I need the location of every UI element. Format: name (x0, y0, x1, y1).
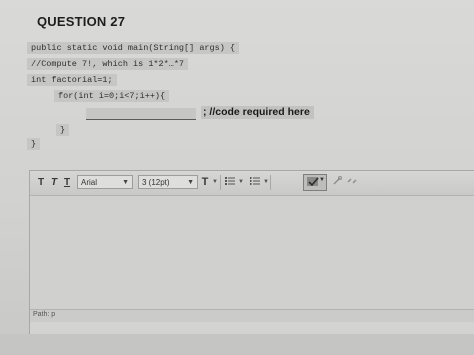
unlink-glyph (347, 178, 357, 184)
answer-text-area[interactable] (30, 196, 474, 309)
page: QUESTION 27 public static void main(Stri… (0, 0, 474, 355)
code-line-for: for(int i=0;i<7;i++){ (54, 90, 170, 102)
code-line-close-main: } (27, 138, 41, 150)
editor-toolbar: T T T Arial ▼ 3 (12pt) ▼ T ▼ ▼ ▼ ▼ (30, 171, 474, 196)
bold-button[interactable]: T (36, 176, 46, 189)
editor-path: Path: p (33, 311, 56, 318)
font-size-select[interactable]: 3 (12pt) ▼ (138, 175, 198, 189)
underline-button[interactable]: T (62, 176, 72, 189)
numbered-list-icon[interactable] (249, 176, 261, 188)
numbered-list-glyph (250, 177, 260, 185)
unlink-icon[interactable] (346, 176, 358, 188)
bullet-list-glyph (225, 177, 235, 185)
text-color-dropdown-icon[interactable]: ▼ (212, 176, 218, 188)
link-icon[interactable] (331, 176, 343, 188)
code-line-main: public static void main(String[] args) { (27, 42, 240, 54)
font-family-select[interactable]: Arial ▼ (77, 175, 133, 189)
code-required-comment: ; //code required here (201, 106, 314, 119)
text-color-button[interactable]: T (200, 176, 210, 189)
code-line-close-for: } (56, 124, 70, 136)
font-family-value: Arial (81, 178, 98, 187)
code-line-comment: //Compute 7!, which is 1*2*…*7 (27, 58, 189, 70)
question-title: QUESTION 27 (37, 14, 126, 29)
toolbar-separator (270, 175, 271, 190)
bullet-list-icon[interactable] (224, 176, 236, 188)
spellcheck-button[interactable]: ▼ (303, 174, 327, 191)
editor-status-bar: Path: p (30, 309, 474, 322)
bullet-list-dropdown-icon[interactable]: ▼ (238, 176, 244, 188)
answer-blank (86, 108, 196, 120)
spellcheck-dropdown-icon[interactable]: ▼ (319, 177, 325, 183)
bottom-strip (0, 334, 474, 355)
code-line-factorial: int factorial=1; (27, 74, 117, 86)
font-size-value: 3 (12pt) (142, 178, 170, 187)
answer-editor: T T T Arial ▼ 3 (12pt) ▼ T ▼ ▼ ▼ ▼ Path:… (29, 170, 474, 335)
chevron-down-icon: ▼ (187, 179, 194, 186)
chevron-down-icon: ▼ (122, 179, 129, 186)
link-glyph (333, 176, 342, 185)
italic-button[interactable]: T (49, 176, 59, 189)
numbered-list-dropdown-icon[interactable]: ▼ (263, 176, 269, 188)
toolbar-separator (220, 175, 221, 190)
